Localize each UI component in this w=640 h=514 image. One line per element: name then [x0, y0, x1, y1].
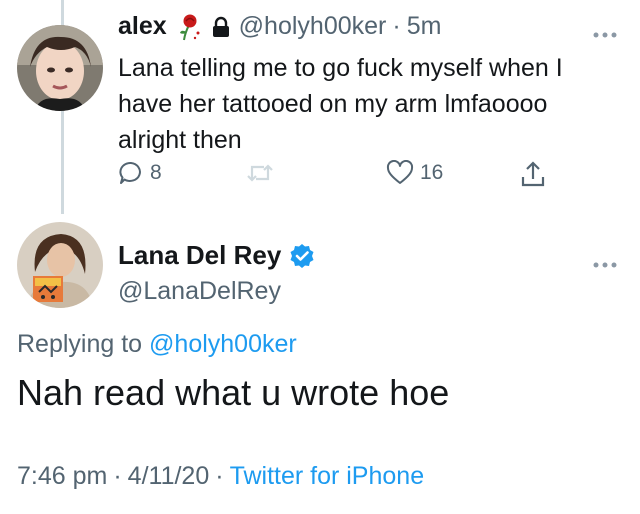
reply-count: 8	[150, 161, 162, 184]
tweet-time[interactable]: 7:46 pm	[17, 462, 107, 490]
main-author-handle[interactable]: @LanaDelRey	[118, 277, 315, 306]
main-author-name-row: Lana Del Rey	[118, 240, 315, 271]
reply-tweet-header: alex @holyh00ker · 5m	[118, 12, 441, 41]
main-tweet-text: Nah read what u wrote hoe	[17, 372, 450, 413]
share-button[interactable]	[520, 160, 546, 188]
like-button[interactable]: 16	[386, 160, 443, 186]
reply-tweet[interactable]: alex @holyh00ker · 5m Lana telling me to…	[0, 0, 640, 215]
tweet-actions: 8 16	[118, 160, 578, 194]
meta-separator: ·	[215, 462, 224, 490]
avatar-alex[interactable]	[17, 25, 103, 111]
replying-to-mention[interactable]: @holyh00ker	[149, 330, 297, 358]
tweet-source[interactable]: Twitter for iPhone	[230, 462, 425, 490]
lock-icon	[211, 16, 231, 38]
more-dots-icon[interactable]	[592, 256, 618, 268]
reply-button[interactable]: 8	[118, 160, 162, 186]
like-count: 16	[420, 161, 444, 184]
meta-separator: ·	[113, 462, 122, 490]
retweet-icon	[246, 160, 274, 186]
reply-tweet-text: Lana telling me to go fuck myself when I…	[118, 54, 563, 154]
replying-to-line: Replying to @holyh00ker	[17, 330, 297, 359]
share-icon	[520, 160, 546, 188]
reply-author-name[interactable]: alex	[118, 12, 167, 41]
main-author-name[interactable]: Lana Del Rey	[118, 240, 281, 271]
replying-to-prefix: Replying to	[17, 330, 143, 358]
avatar-lana-del-rey[interactable]	[17, 222, 103, 308]
tweet-metadata: 7:46 pm · 4/11/20 · Twitter for iPhone	[17, 462, 424, 491]
retweet-button[interactable]	[246, 160, 274, 186]
header-separator: ·	[392, 12, 401, 40]
verified-badge-icon	[289, 243, 315, 269]
main-tweet-header: Lana Del Rey @LanaDelRey	[118, 240, 315, 306]
heart-icon	[386, 160, 414, 186]
more-dots-icon[interactable]	[592, 26, 618, 38]
reply-icon	[118, 160, 144, 186]
tweet-date[interactable]: 4/11/20	[128, 462, 210, 490]
rose-emoji-icon	[175, 13, 203, 41]
reply-timestamp[interactable]: 5m	[407, 12, 442, 41]
reply-author-handle[interactable]: @holyh00ker	[239, 12, 387, 41]
